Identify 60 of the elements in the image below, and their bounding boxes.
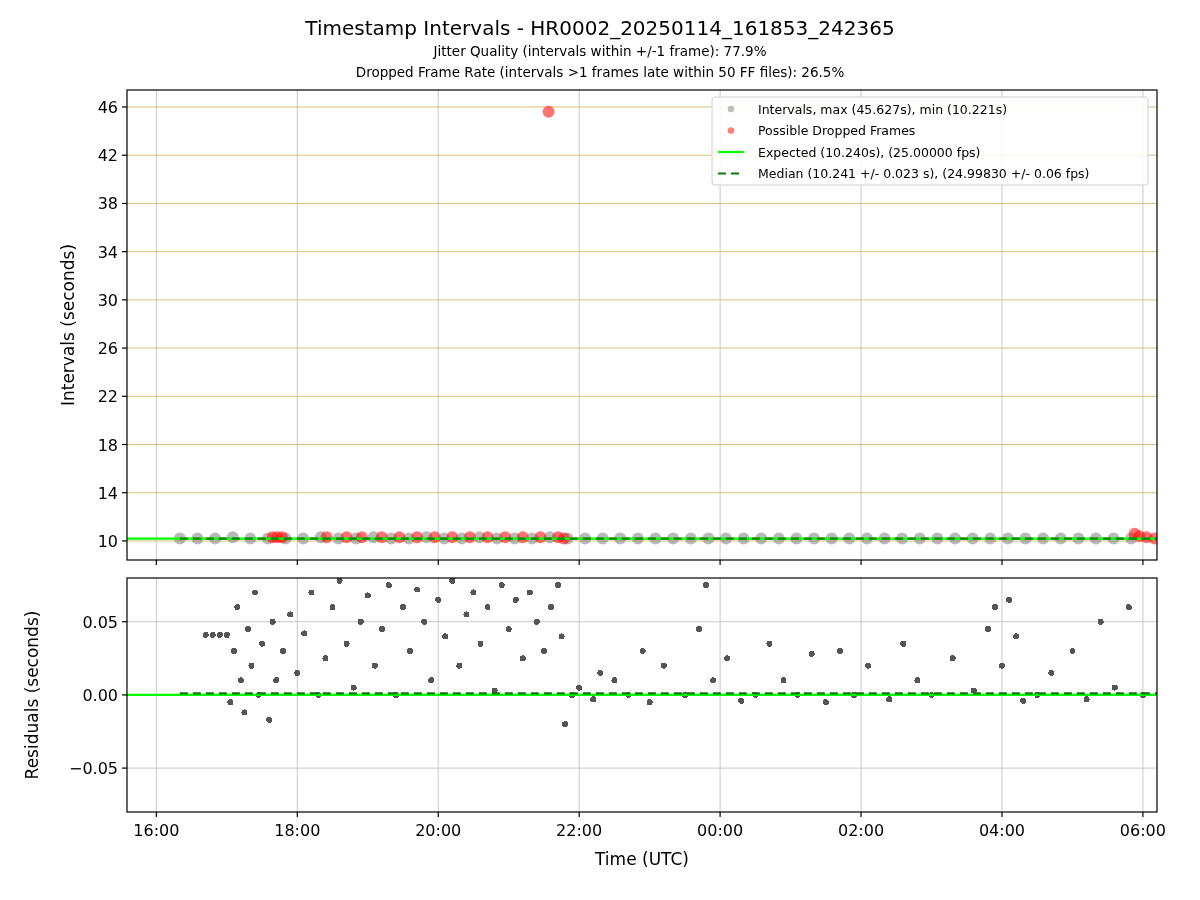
axis-label: Time (UTC)	[595, 849, 689, 869]
chart-subtitle: Jitter Quality (intervals within +/-1 frame): 77.9%	[433, 42, 767, 61]
tick-mark	[1001, 811, 1003, 818]
tick-mark	[155, 811, 157, 818]
tick-mark	[296, 559, 298, 566]
tick-mark	[1142, 559, 1144, 566]
tick-label: 0.05	[82, 612, 118, 632]
tick-mark	[121, 251, 128, 253]
tick-label: 46	[97, 98, 118, 117]
legend-label: Expected (10.240s), (25.00000 fps)	[758, 144, 981, 160]
tick-mark	[1001, 559, 1003, 566]
tick-mark	[121, 694, 128, 696]
tick-label: 22:00	[556, 821, 603, 840]
tick-mark	[860, 559, 862, 566]
tick-label: −0.05	[68, 759, 118, 779]
tick-mark	[578, 811, 580, 818]
tick-mark	[719, 811, 721, 818]
tick-mark	[121, 395, 128, 397]
tick-label: 02:00	[838, 821, 885, 840]
tick-mark	[121, 154, 128, 156]
legend-label: Possible Dropped Frames	[758, 123, 916, 138]
tick-label: 22	[97, 387, 118, 407]
tick-mark	[121, 347, 128, 349]
tick-mark	[121, 492, 128, 494]
tick-label: 06:00	[1119, 821, 1166, 840]
tick-mark	[121, 299, 128, 301]
legend-label: Median (10.241 +/- 0.023 s), (24.99830 +/- 0.06 fps)	[758, 166, 1090, 181]
tick-mark	[121, 767, 128, 769]
tick-label: 38	[97, 194, 118, 214]
chart-subtitle: Dropped Frame Rate (intervals >1 frames late within 50 FF files): 26.5%	[355, 63, 845, 82]
tick-label: 30	[97, 290, 118, 310]
axis-label: Residuals (seconds)	[22, 610, 42, 780]
tick-mark	[578, 559, 580, 566]
tick-label: 20:00	[415, 821, 462, 840]
tick-label: 34	[97, 242, 118, 262]
tick-label: 0.00	[82, 685, 118, 705]
tick-label: 14	[97, 483, 118, 503]
tick-mark	[121, 106, 128, 108]
tick-mark	[437, 811, 439, 818]
tick-label: 00:00	[697, 821, 744, 840]
tick-label: 10	[97, 531, 118, 551]
chart-title: Timestamp Intervals - HR0002_20250114_161853_242365	[305, 15, 895, 41]
tick-mark	[121, 540, 128, 542]
tick-label: 16:00	[133, 821, 180, 840]
tick-mark	[296, 811, 298, 818]
tick-label: 42	[97, 146, 118, 166]
tick-mark	[121, 443, 128, 446]
tick-mark	[121, 621, 128, 623]
tick-mark	[719, 559, 721, 566]
tick-mark	[860, 811, 862, 818]
tick-label: 04:00	[978, 821, 1026, 840]
legend-label: Intervals, max (45.627s), min (10.221s)	[758, 101, 1008, 117]
tick-mark	[1142, 811, 1144, 818]
tick-mark	[121, 202, 128, 205]
tick-mark	[437, 559, 439, 566]
tick-label: 26	[97, 339, 118, 359]
tick-label: 18	[97, 435, 118, 455]
tick-label: 18:00	[274, 821, 321, 840]
tick-mark	[155, 559, 157, 566]
axis-label: Intervals (seconds)	[58, 243, 78, 407]
